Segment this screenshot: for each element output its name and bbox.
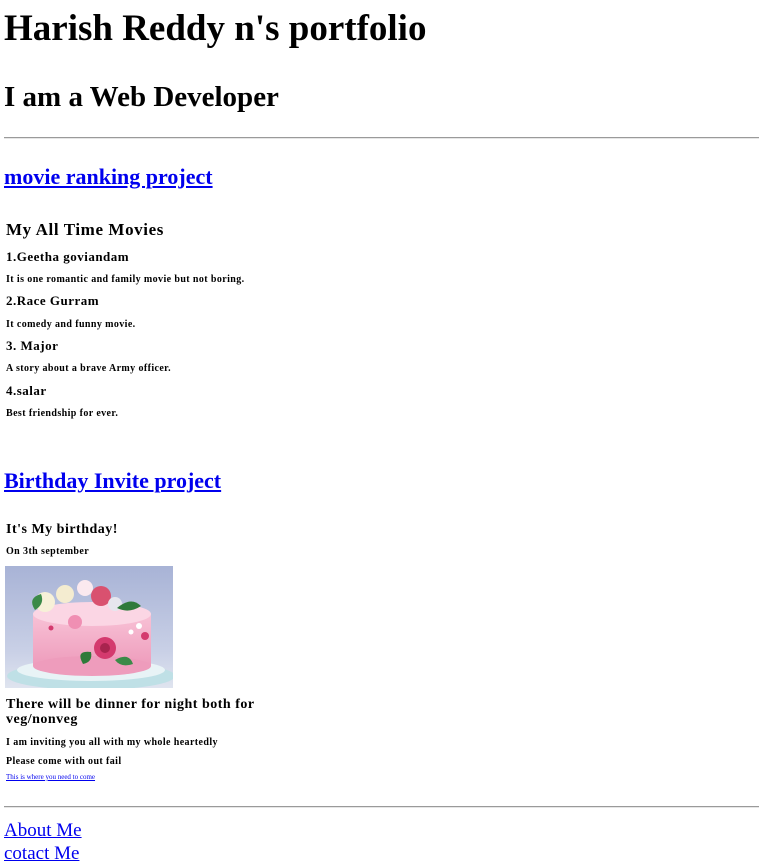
birthday-cake-image (5, 566, 173, 688)
movie-desc-4: Best friendship for ever. (6, 408, 119, 419)
birthday-date: On 3th september (6, 546, 90, 557)
dinner-note: There will be dinner for night both for … (6, 697, 255, 727)
movie-title-3: 3. Major (6, 338, 59, 353)
page-title: Harish Reddy n's portfolio (4, 8, 427, 49)
page-subtitle: I am a Web Developer (4, 81, 279, 113)
request-text: Please come with out fail (6, 756, 122, 767)
movies-heading: My All Time Movies (6, 220, 164, 239)
birthday-project-link[interactable]: Birthday Invite project (4, 468, 221, 494)
movie-title-4: 4.salar (6, 383, 47, 398)
contact-me-link[interactable]: cotact Me (4, 843, 79, 865)
movie-project-link[interactable]: movie ranking project (4, 164, 213, 190)
movie-desc-2: It comedy and funny movie. (6, 319, 136, 330)
movie-title-1: 1.Geetha goviandam (6, 249, 130, 264)
divider-bottom (4, 806, 759, 808)
divider-top (4, 137, 759, 139)
location-link[interactable]: This is where you need to come (6, 773, 95, 782)
invite-text: I am inviting you all with my whole hear… (6, 737, 218, 748)
movie-desc-1: It is one romantic and family movie but … (6, 274, 245, 285)
movie-title-2: 2.Race Gurram (6, 293, 100, 308)
cake-illustration (5, 566, 173, 688)
movie-desc-3: A story about a brave Army officer. (6, 363, 171, 374)
birthday-heading: It's My birthday! (6, 522, 118, 537)
about-me-link[interactable]: About Me (4, 820, 82, 842)
